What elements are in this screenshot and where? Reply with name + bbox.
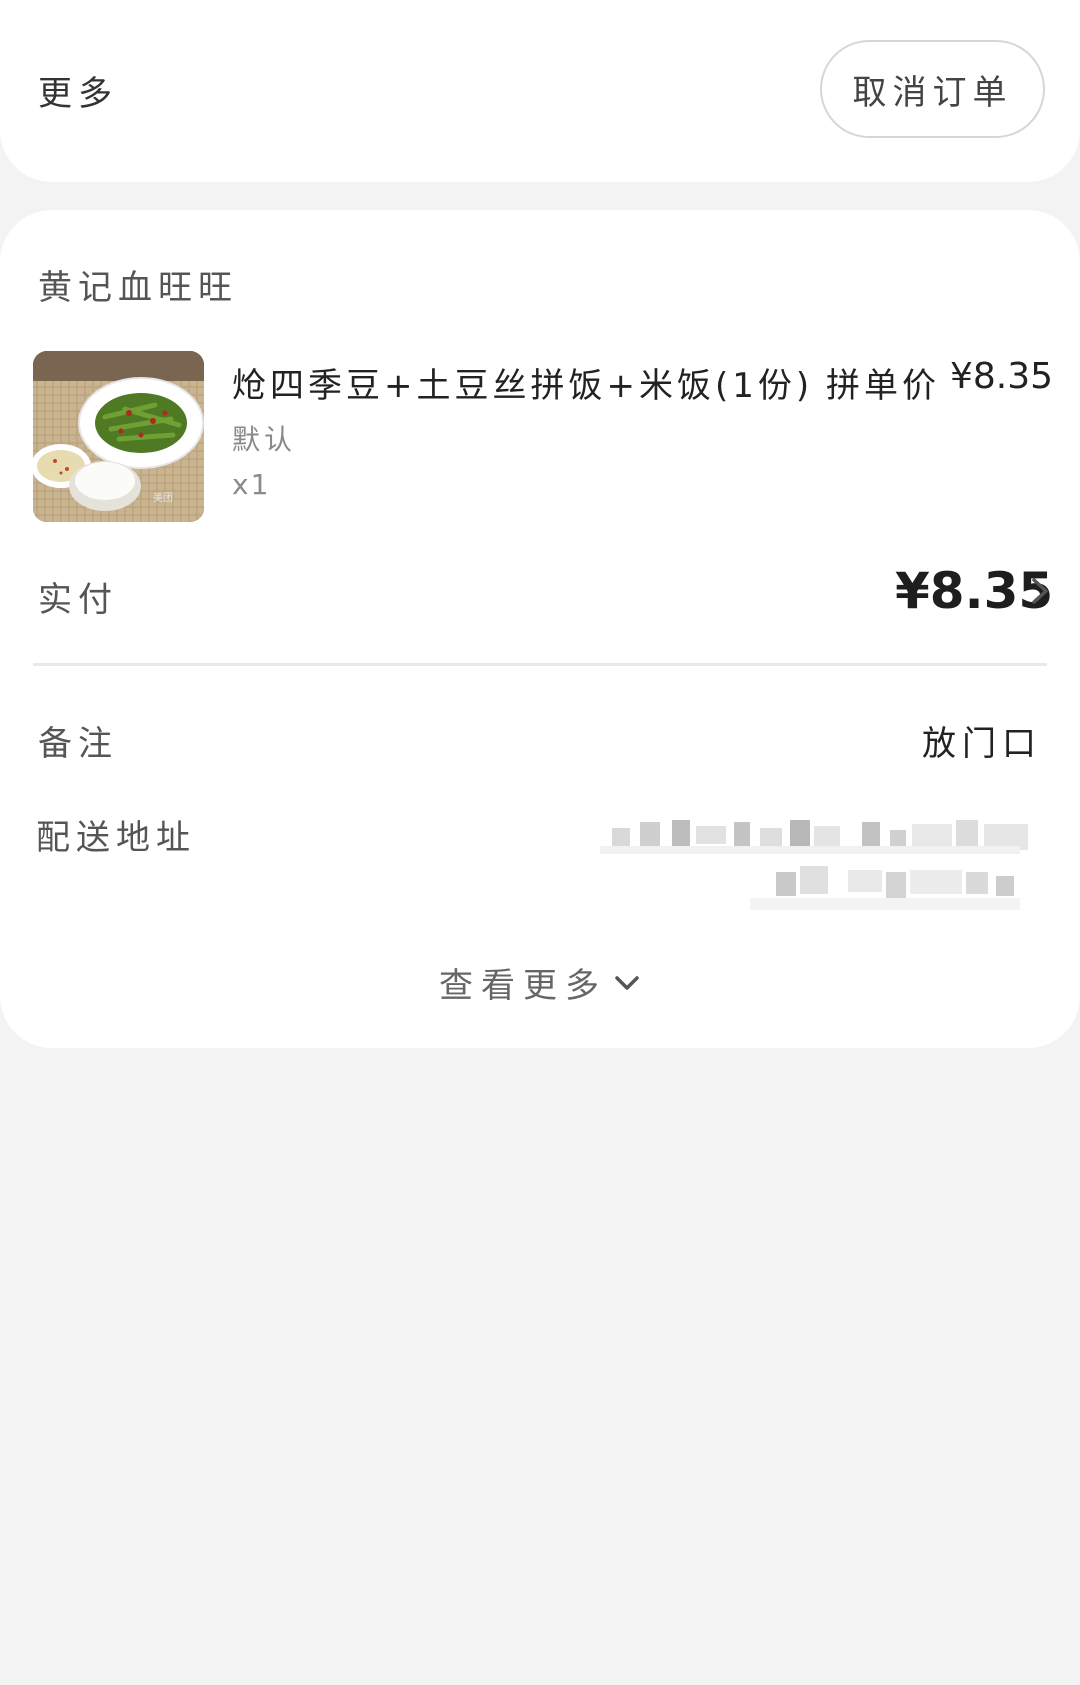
item-price-label: 拼单价 <box>826 366 940 406</box>
address-label: 配送地址 <box>36 818 196 858</box>
view-more-button[interactable]: 查看更多 <box>0 958 1080 1007</box>
item-name[interactable]: 炝四季豆+土豆丝拼饭+米饭(1份) <box>232 358 813 407</box>
order-actions-card: 更多 取消订单 <box>0 0 1080 182</box>
chevron-right-icon[interactable] <box>1028 576 1052 606</box>
paid-label: 实付 <box>38 580 118 620</box>
cancel-order-button[interactable]: 取消订单 <box>820 40 1045 138</box>
food-photo-image[interactable]: 美团 <box>33 351 204 522</box>
svg-text:美团: 美团 <box>153 491 173 504</box>
order-detail-card: 黄记血旺旺 美团 炝四季豆+土豆丝拼饭+米饭(1份) 拼单价 ¥8.35 默认 … <box>0 210 1080 1048</box>
address-value-redacted <box>600 820 1028 910</box>
shop-name[interactable]: 黄记血旺旺 <box>38 260 238 309</box>
more-link[interactable]: 更多 <box>38 66 118 115</box>
item-quantity: x1 <box>232 468 271 501</box>
chevron-down-icon <box>615 975 639 990</box>
item-price: ¥8.35 <box>950 356 1054 397</box>
view-more-label: 查看更多 <box>439 966 607 1006</box>
item-spec: 默认 <box>232 423 297 456</box>
note-label: 备注 <box>38 724 118 764</box>
divider <box>33 663 1047 666</box>
note-value: 放门口 <box>922 724 1042 764</box>
